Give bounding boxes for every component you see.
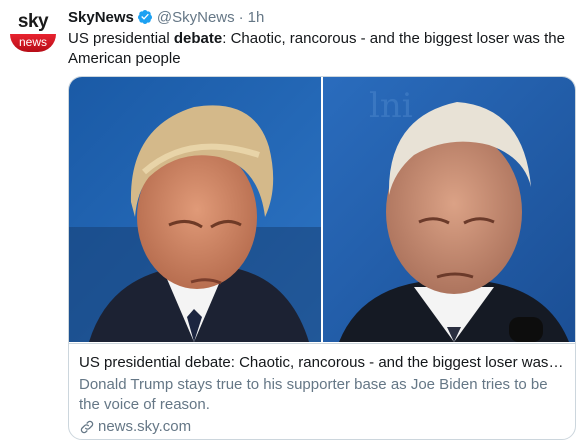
card-domain[interactable]: news.sky.com [79,417,565,437]
avatar-logo-news: news [18,35,47,49]
handle[interactable]: @SkyNews [157,9,235,26]
avatar[interactable]: sky news [8,7,58,57]
debate-photo: lni [69,77,575,342]
link-card[interactable]: lni US presidential debate: Chaotic, ran… [68,76,576,440]
tweet-text: US presidential debate: Chaotic, rancoro… [68,29,573,69]
tweet-text-before: US presidential [68,30,174,47]
tweet[interactable]: sky news SkyNews @SkyNews · 1h US presid… [0,0,587,446]
hashtag-debate[interactable]: debate [174,30,222,47]
separator-dot: · [238,8,244,26]
link-icon [79,419,95,435]
svg-text:lni: lni [369,86,413,126]
timestamp[interactable]: 1h [248,9,265,26]
avatar-logo-sky: sky [17,11,49,32]
card-title[interactable]: US presidential debate: Chaotic, rancoro… [79,353,565,373]
tweet-header: SkyNews @SkyNews · 1h [68,7,264,27]
card-image[interactable]: lni [69,77,575,342]
verified-badge-icon [137,9,153,25]
display-name[interactable]: SkyNews [68,9,134,26]
card-domain-text[interactable]: news.sky.com [98,417,191,437]
card-description: Donald Trump stays true to his supporter… [79,376,548,413]
card-body[interactable]: US presidential debate: Chaotic, rancoro… [69,343,575,437]
